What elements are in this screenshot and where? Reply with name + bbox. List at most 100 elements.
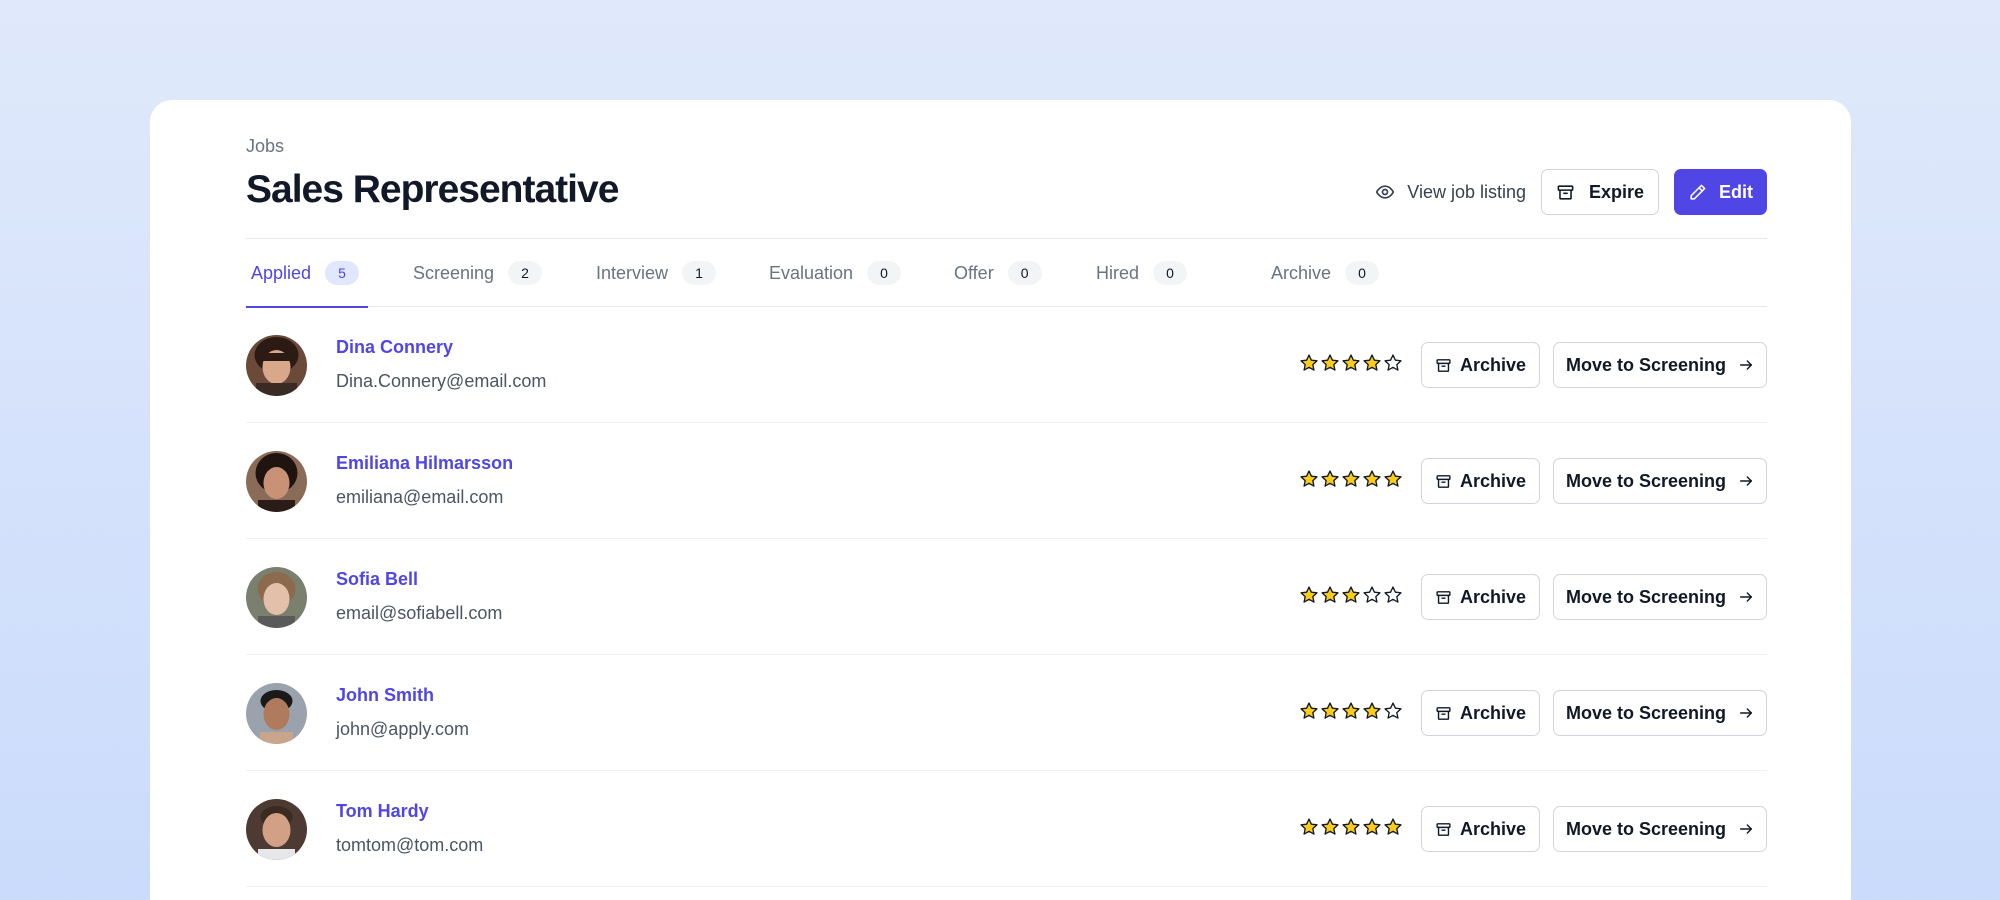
candidate-row: Tom Hardy tomtom@tom.com Archive Move to… [246,771,1767,887]
stage-tabs: Applied 5 Screening 2 Interview 1 Evalua… [246,239,1767,308]
star-rating[interactable] [1299,585,1403,605]
move-to-screening-button[interactable]: Move to Screening [1553,690,1767,736]
star-filled-icon[interactable] [1299,701,1319,721]
star-filled-icon[interactable] [1341,817,1361,837]
star-rating[interactable] [1299,469,1403,489]
arrow-right-icon [1738,821,1754,837]
star-filled-icon[interactable] [1299,817,1319,837]
tab-count-badge: 2 [508,261,543,285]
arrow-right-icon [1738,357,1754,373]
move-button-label: Move to Screening [1565,702,1727,723]
star-empty-icon[interactable] [1383,353,1403,373]
tab-count-badge: 1 [682,261,717,285]
move-button-label: Move to Screening [1565,818,1727,839]
archive-button[interactable]: Archive [1421,574,1540,620]
move-to-screening-button[interactable]: Move to Screening [1553,806,1767,852]
expire-button[interactable]: Expire [1541,169,1659,215]
star-filled-icon[interactable] [1341,469,1361,489]
archive-button[interactable]: Archive [1421,458,1540,504]
candidate-email: emiliana@email.com [336,487,504,507]
candidate-name-link[interactable]: Tom Hardy [336,801,429,822]
tab-applied[interactable]: Applied 5 [246,239,368,308]
candidate-name-link[interactable]: Dina Connery [336,337,453,358]
archive-box-icon [1435,705,1452,722]
candidate-name-link[interactable]: Sofia Bell [336,569,418,590]
move-to-screening-button[interactable]: Move to Screening [1553,458,1767,504]
star-filled-icon[interactable] [1320,817,1340,837]
archive-button-label: Archive [1459,470,1527,491]
tab-label: Offer [954,262,994,283]
archive-button[interactable]: Archive [1421,806,1540,852]
move-button-label: Move to Screening [1565,470,1727,491]
tab-evaluation[interactable]: Evaluation 0 [769,239,902,307]
avatar[interactable] [246,799,307,860]
star-filled-icon[interactable] [1383,469,1403,489]
avatar[interactable] [246,567,307,628]
star-rating[interactable] [1299,817,1403,837]
edit-button-label: Edit [1719,181,1753,202]
archive-box-icon [1435,821,1452,838]
tab-label: Evaluation [769,262,854,283]
archive-button[interactable]: Archive [1421,690,1540,736]
candidate-row: Sofia Bell email@sofiabell.com Archive M… [246,539,1767,655]
tab-count-badge: 0 [1153,261,1188,285]
star-rating[interactable] [1299,701,1403,721]
candidate-name-link[interactable]: John Smith [336,685,434,706]
tab-offer[interactable]: Offer 0 [954,239,1042,307]
tab-label: Screening [413,262,495,283]
avatar[interactable] [246,451,307,512]
tab-label: Hired [1096,262,1140,283]
tab-label: Archive [1271,262,1332,283]
edit-button[interactable]: Edit [1674,169,1767,215]
star-empty-icon[interactable] [1383,701,1403,721]
star-filled-icon[interactable] [1362,817,1382,837]
candidate-email: Dina.Connery@email.com [336,371,547,391]
pencil-icon [1688,183,1707,202]
avatar[interactable] [246,683,307,744]
move-button-label: Move to Screening [1565,354,1727,375]
tab-screening[interactable]: Screening 2 [413,239,543,307]
archive-button-label: Archive [1459,586,1527,607]
star-rating[interactable] [1299,353,1403,373]
tab-hired[interactable]: Hired 0 [1096,239,1188,307]
eye-icon [1375,182,1395,202]
move-to-screening-button[interactable]: Move to Screening [1553,574,1767,620]
candidate-row: Emiliana Hilmarsson emiliana@email.com A… [246,423,1767,539]
tab-interview[interactable]: Interview 1 [596,239,717,307]
archive-box-icon [1435,473,1452,490]
star-filled-icon[interactable] [1362,701,1382,721]
candidate-email: email@sofiabell.com [336,603,503,623]
candidate-name-link[interactable]: Emiliana Hilmarsson [336,453,513,474]
tab-count-badge: 0 [867,261,902,285]
star-filled-icon[interactable] [1362,353,1382,373]
avatar[interactable] [246,335,307,396]
archive-button[interactable]: Archive [1421,342,1540,388]
star-filled-icon[interactable] [1320,701,1340,721]
breadcrumb[interactable]: Jobs [246,136,284,157]
star-filled-icon[interactable] [1383,817,1403,837]
star-filled-icon[interactable] [1320,353,1340,373]
move-to-screening-button[interactable]: Move to Screening [1553,342,1767,388]
tab-label: Interview [596,262,669,283]
candidate-row: Dina Connery Dina.Connery@email.com Arch… [246,307,1767,423]
tab-archive[interactable]: Archive 0 [1271,239,1380,307]
star-filled-icon[interactable] [1341,701,1361,721]
star-filled-icon[interactable] [1299,469,1319,489]
star-empty-icon[interactable] [1383,585,1403,605]
job-card: Jobs Sales Representative View job listi… [150,100,1851,900]
star-filled-icon[interactable] [1320,585,1340,605]
arrow-right-icon [1738,473,1754,489]
star-filled-icon[interactable] [1299,585,1319,605]
candidate-row: John Smith john@apply.com Archive Move t… [246,655,1767,771]
star-empty-icon[interactable] [1362,585,1382,605]
star-filled-icon[interactable] [1362,469,1382,489]
tab-count-badge: 0 [1007,261,1042,285]
star-filled-icon[interactable] [1320,469,1340,489]
move-button-label: Move to Screening [1565,586,1727,607]
star-filled-icon[interactable] [1341,353,1361,373]
star-filled-icon[interactable] [1299,353,1319,373]
arrow-right-icon [1738,589,1754,605]
view-job-listing-link[interactable]: View job listing [1375,182,1526,203]
archive-button-label: Archive [1459,354,1527,375]
star-filled-icon[interactable] [1341,585,1361,605]
